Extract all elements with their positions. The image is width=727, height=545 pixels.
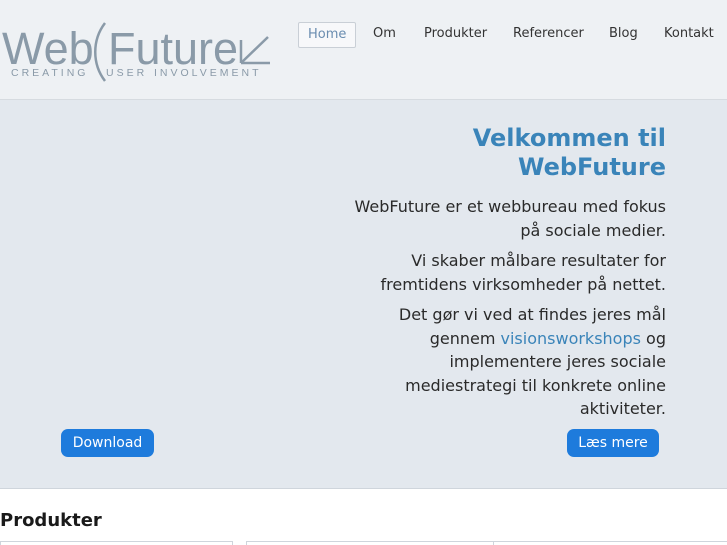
hero-title: Velkommen til WebFuture (472, 124, 666, 181)
nav-blog[interactable]: Blog (609, 22, 638, 46)
hero-paragraph-3: Det gør vi ved at findes jeres mål genne… (336, 303, 666, 421)
nav-om[interactable]: Om (373, 22, 396, 46)
product-card[interactable] (0, 541, 233, 545)
hero-section: Velkommen til WebFuture WebFuture er et … (0, 100, 727, 489)
hero-paragraph-2: Vi skaber målbare resultater for fremtid… (380, 251, 666, 294)
nav-kontakt[interactable]: Kontakt (664, 22, 714, 46)
download-button[interactable]: Download (61, 429, 154, 457)
nav-home[interactable]: Home (298, 22, 357, 48)
logo-tagline-user: USER (106, 67, 147, 79)
products-heading: Produkter (0, 510, 102, 531)
visionsworkshops-link[interactable]: visionsworkshops (501, 329, 641, 348)
nav-produkter[interactable]: Produkter (424, 22, 487, 46)
logo-tagline-involvement: INVOLVEMENT (154, 67, 261, 79)
page: Web Future CREATING USER INVOLVEMENT Hom… (0, 0, 727, 545)
site-header: Web Future CREATING USER INVOLVEMENT Hom… (0, 0, 727, 100)
main-nav: Home Om Produkter Referencer Blog Kontak… (0, 22, 727, 48)
product-card[interactable] (246, 541, 495, 545)
nav-referencer[interactable]: Referencer (513, 22, 584, 46)
hero-paragraph-1: WebFuture er et webbureau med fokus på s… (354, 197, 666, 240)
read-more-button[interactable]: Læs mere (567, 429, 659, 457)
product-card[interactable] (493, 541, 727, 545)
logo-tagline-creating: CREATING (11, 67, 88, 79)
